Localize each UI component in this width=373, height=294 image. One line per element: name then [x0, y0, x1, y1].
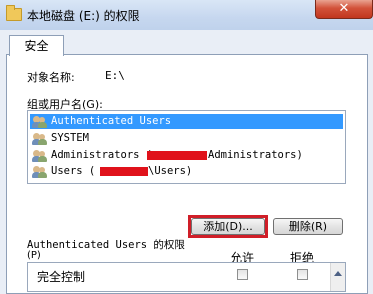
list-item[interactable]: Administrators ( Administrators) [30, 148, 343, 163]
object-name-label: 对象名称: [27, 71, 75, 84]
close-button[interactable]: ✕ [315, 0, 373, 19]
user-group-icon [32, 165, 48, 178]
user-name: Administrators ( [51, 149, 153, 161]
list-item[interactable]: Authenticated Users [30, 114, 343, 129]
redaction-mark [100, 167, 148, 176]
tab-security[interactable]: 安全 [9, 35, 64, 56]
user-domain-suffix: \Users) [148, 165, 193, 177]
user-name: Authenticated Users [51, 115, 172, 127]
deny-checkbox[interactable] [297, 269, 308, 280]
user-domain-suffix: Administrators) [208, 149, 303, 161]
permissions-header: Authenticated Users 的权限 [27, 239, 185, 251]
user-group-icon [32, 132, 48, 145]
scroll-up-icon[interactable] [334, 271, 342, 276]
folder-icon [6, 5, 22, 21]
list-item[interactable]: Users ( \Users) [30, 164, 343, 179]
user-list[interactable]: Authenticated Users SYSTEM Administrator… [27, 110, 346, 184]
object-name-value: E:\ [105, 69, 125, 82]
permission-name: 完全控制 [37, 270, 86, 284]
scrollbar[interactable] [330, 263, 345, 291]
add-button[interactable]: 添加(D)... [191, 218, 265, 235]
user-group-icon [32, 149, 48, 162]
user-name: Users ( [51, 165, 96, 177]
permissions-header-suffix: (P) [27, 250, 41, 261]
window-title: 本地磁盘 (E:) 的权限 [27, 9, 140, 23]
user-group-icon [32, 115, 48, 128]
list-item[interactable]: SYSTEM [30, 131, 343, 146]
title-bar: 本地磁盘 (E:) 的权限 ✕ [0, 0, 373, 30]
remove-button[interactable]: 删除(R) [273, 218, 343, 235]
user-name: SYSTEM [51, 132, 89, 144]
redaction-mark [147, 151, 207, 160]
allow-checkbox[interactable] [237, 269, 248, 280]
